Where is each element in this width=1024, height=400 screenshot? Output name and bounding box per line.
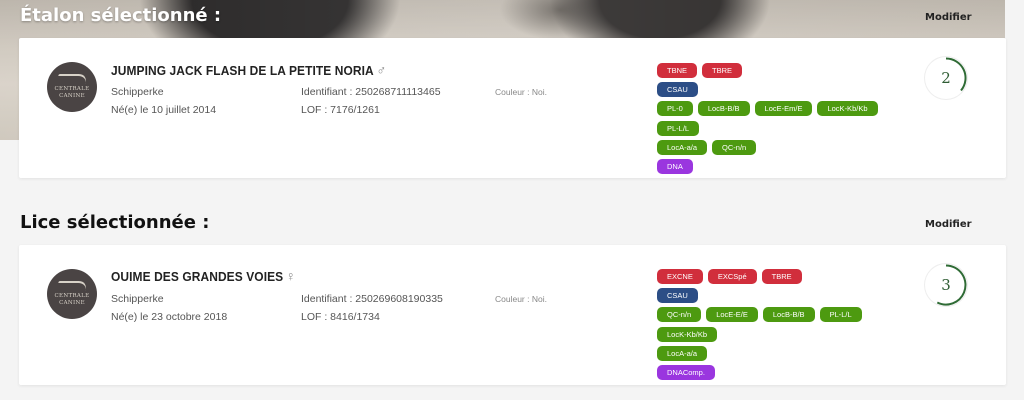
test-badge: QC-n/n <box>712 140 757 155</box>
color-text: Couleur : Noi. <box>495 294 547 304</box>
birth-date-text: Né(e) le 10 juillet 2014 <box>111 104 217 116</box>
test-badge: PL-L/L <box>657 121 700 136</box>
stallion-section-title: Étalon sélectionné : <box>20 5 222 26</box>
kennel-logo-avatar: Centrale Canine <box>47 269 97 319</box>
dog-name-text: OUIME DES GRANDES VOIES <box>111 269 284 284</box>
logo-text-line: Centrale <box>54 293 90 299</box>
logo-text-line: Canine <box>59 300 85 306</box>
test-badge: TBNE <box>657 63 698 78</box>
test-badge: LocE-E/E <box>706 307 758 322</box>
badge-row: TBNE TBRE <box>657 63 917 78</box>
logo-text-line: Centrale <box>54 86 90 92</box>
breed-text: Schipperke <box>111 293 164 305</box>
mare-section-title: Lice sélectionnée : <box>20 212 210 233</box>
kennel-logo-avatar: Centrale Canine <box>47 62 97 112</box>
badge-row: DNAComp. <box>657 365 917 380</box>
test-badge: EXCNE <box>657 269 703 284</box>
stallion-name[interactable]: JUMPING JACK FLASH DE LA PETITE NORIA ♂ <box>111 62 386 78</box>
test-badge: LocK-Kb/Kb <box>657 327 718 342</box>
lof-text: LOF : 8416/1734 <box>301 311 380 323</box>
test-badge: DNAComp. <box>657 365 715 380</box>
badge-row: LocA-a/a <box>657 346 917 361</box>
color-text: Couleur : Noi. <box>495 87 547 97</box>
score-value: 2 <box>941 69 951 87</box>
test-badge: LocB-B/B <box>697 101 750 116</box>
dog-silhouette-icon <box>55 74 89 84</box>
stallion-card[interactable]: Centrale Canine JUMPING JACK FLASH DE LA… <box>19 38 1006 178</box>
male-icon: ♂ <box>376 62 387 78</box>
mare-modify-button[interactable]: Modifier <box>925 219 972 230</box>
stallion-score-gauge: 2 <box>925 57 967 99</box>
mare-card[interactable]: Centrale Canine OUIME DES GRANDES VOIES ♀… <box>19 245 1006 385</box>
test-badge: CSAU <box>657 82 698 97</box>
score-value: 3 <box>941 276 951 294</box>
stallion-modify-button[interactable]: Modifier <box>925 12 972 23</box>
birth-date-text: Né(e) le 23 octobre 2018 <box>111 311 228 323</box>
test-badge: LocB-B/B <box>762 307 815 322</box>
test-badge: PL-0 <box>657 101 693 116</box>
test-badge: CSAU <box>657 288 698 303</box>
logo-text-line: Canine <box>59 93 85 99</box>
test-badge: EXCSpé <box>707 269 757 284</box>
badge-row: LocA-a/a QC-n/n <box>657 140 917 155</box>
test-badge: LocA-a/a <box>657 346 708 361</box>
test-badge: PL-L/L <box>819 307 862 322</box>
mare-name[interactable]: OUIME DES GRANDES VOIES ♀ <box>111 268 296 284</box>
test-badge: LocK-Kb/Kb <box>817 101 878 116</box>
test-badge: TBRE <box>761 269 802 284</box>
mare-badges: EXCNE EXCSpé TBRE CSAU QC-n/n LocE-E/E LocB-B/… <box>657 269 917 384</box>
test-badge: TBRE <box>702 63 743 78</box>
test-badge: DNA <box>657 159 693 174</box>
badge-row: CSAU <box>657 82 917 97</box>
badge-row: EXCNE EXCSpé TBRE <box>657 269 917 284</box>
test-badge: QC-n/n <box>657 307 702 322</box>
test-badge: LocE-Em/E <box>754 101 813 116</box>
badge-row: DNA <box>657 159 917 174</box>
badge-row: PL-0 LocB-B/B LocE-Em/E LocK-Kb/Kb PL-L/L <box>657 101 917 136</box>
dog-name-text: JUMPING JACK FLASH DE LA PETITE NORIA <box>111 63 374 78</box>
identifier-text: Identifiant : 250269608190335 <box>301 293 443 305</box>
dog-silhouette-icon <box>55 281 89 291</box>
lof-text: LOF : 7176/1261 <box>301 104 380 116</box>
test-badge: LocA-a/a <box>657 140 708 155</box>
mare-score-gauge: 3 <box>925 264 967 306</box>
stallion-badges: TBNE TBRE CSAU PL-0 LocB-B/B LocE-Em/E LocK-Kb… <box>657 63 917 178</box>
female-icon: ♀ <box>286 268 296 284</box>
badge-row: CSAU <box>657 288 917 303</box>
identifier-text: Identifiant : 250268711113465 <box>301 86 441 98</box>
breed-text: Schipperke <box>111 86 164 98</box>
badge-row: QC-n/n LocE-E/E LocB-B/B PL-L/L LocK-Kb/Kb <box>657 307 917 342</box>
